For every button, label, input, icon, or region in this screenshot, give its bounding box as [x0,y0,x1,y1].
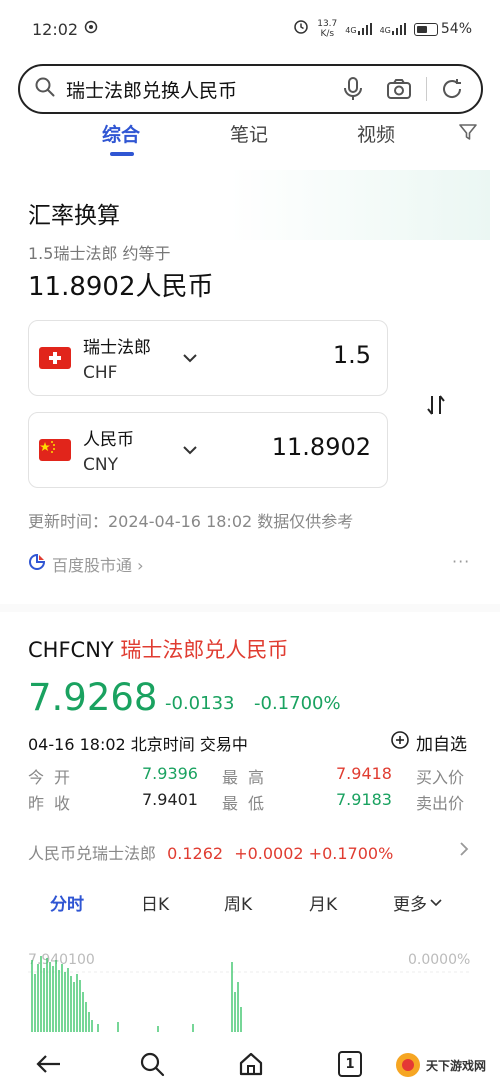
tab-intraday[interactable]: 分时 [50,890,84,915]
battery-icon [413,22,438,36]
china-flag-icon [39,439,71,461]
search-input[interactable]: 瑞士法郎兑换人民币 [66,76,322,103]
swiss-flag-icon [39,347,71,369]
currency-to-code: CNY [83,455,118,475]
tab-daily-k[interactable]: 日K [141,890,169,915]
chevron-right-icon[interactable] [458,840,470,863]
tab-monthly-k[interactable]: 月K [309,890,337,915]
tab-notes[interactable]: 笔记 [230,120,268,147]
conversion-result: 11.8902人民币 [28,272,214,302]
filter-icon[interactable] [458,122,478,146]
status-bar: 12:02 13.7 K/s 4G 4G 54% [0,0,500,58]
back-icon[interactable] [32,1048,64,1080]
baidu-stock-icon [28,553,46,575]
refresh-icon[interactable] [437,74,467,104]
currency-from-box[interactable]: 瑞士法郎 CHF 1.5 [28,320,388,396]
reverse-rate-row[interactable]: 人民币兑瑞士法郎 0.1262 +0.0002 +0.1700% [28,840,393,864]
quote-high-label: 最高 [222,768,275,787]
chart-period-tabs: 分时 日K 周K 月K 更多 [0,890,500,918]
source-link[interactable]: 百度股市通 › [28,552,144,576]
quote-low-value: 7.9183 [336,790,392,809]
tab-more[interactable]: 更多 [393,890,443,915]
reverse-rate-label: 人民币兑瑞士法郎 [28,844,157,863]
quote-open-label: 今开 [28,768,81,787]
quote-buy-label: 买入价 [416,768,465,787]
currency-from-name: 瑞士法郎 [83,338,151,358]
notification-icon [84,20,98,38]
quote-low-label: 最低 [222,794,275,813]
swap-currencies-icon[interactable] [424,394,450,416]
alarm-icon [293,19,309,39]
add-watchlist-button[interactable]: 加自选 [390,730,467,755]
tab-weekly-k[interactable]: 周K [224,890,252,915]
signal-icon-2: 4G [380,23,406,35]
microphone-icon[interactable] [338,74,368,104]
battery-indicator: 54% [413,21,472,37]
site-watermark-logo: 天下游戏网 [390,1044,494,1086]
trade-time-info: 04-16 18:02 北京时间 交易中 [28,735,248,754]
watermark-logo-icon [396,1053,420,1077]
currency-from-code: CHF [83,363,118,383]
conversion-subtitle: 1.5瑞士法郎 约等于 [28,244,171,263]
reverse-rate-change: +0.0002 [234,844,304,863]
status-time: 12:02 [32,19,79,39]
result-tabs: 综合 笔记 视频 [0,118,500,164]
quote-prev-value: 7.9401 [142,790,198,809]
network-speed: 13.7 K/s [317,19,338,39]
update-time: 更新时间：2024-04-16 18:02 数据仅供参考 [28,512,354,531]
currency-to-name: 人民币 [83,430,134,450]
more-options-icon[interactable]: ··· [452,552,470,571]
chevron-down-icon [430,898,442,906]
intraday-volume-bars [31,956,242,1032]
current-price: 7.9268 [28,676,158,719]
decor-illustration [230,170,490,240]
chevron-down-icon[interactable] [179,441,201,459]
quote-high-value: 7.9418 [336,764,392,783]
search-divider [426,77,427,101]
search-icon [34,76,56,102]
search-icon[interactable] [136,1048,168,1080]
price-change: -0.0133 [165,693,235,714]
quote-prev-label: 昨收 [28,794,81,813]
currency-from-amount[interactable]: 1.5 [333,341,371,369]
tab-active-indicator [110,152,134,156]
home-icon[interactable] [235,1048,267,1080]
search-bar[interactable]: 瑞士法郎兑换人民币 [18,64,483,114]
converter-title: 汇率换算 [28,203,120,229]
tab-video[interactable]: 视频 [357,120,395,147]
reverse-rate-percent: +0.1700% [308,844,394,863]
section-divider [0,604,500,612]
signal-icon: 4G [345,23,372,35]
price-change-percent: -0.1700% [254,693,341,714]
plus-circle-icon [390,730,410,755]
currency-to-amount[interactable]: 11.8902 [272,433,371,461]
stock-name: 瑞士法郎兑人民币 [120,638,289,662]
stock-title: CHFCNY 瑞士法郎兑人民币 [28,634,288,664]
camera-icon[interactable] [384,74,414,104]
currency-to-box[interactable]: 人民币 CNY 11.8902 [28,412,388,488]
tabs-count-button[interactable]: 1 [334,1048,366,1080]
tab-all[interactable]: 综合 [102,120,140,147]
stock-code: CHFCNY [28,638,114,662]
intraday-chart [28,956,472,1032]
quote-open-value: 7.9396 [142,764,198,783]
chevron-down-icon[interactable] [179,349,201,367]
quote-sell-label: 卖出价 [416,794,465,813]
tabs-icon: 1 [338,1051,362,1077]
reverse-rate-value: 0.1262 [167,844,224,863]
